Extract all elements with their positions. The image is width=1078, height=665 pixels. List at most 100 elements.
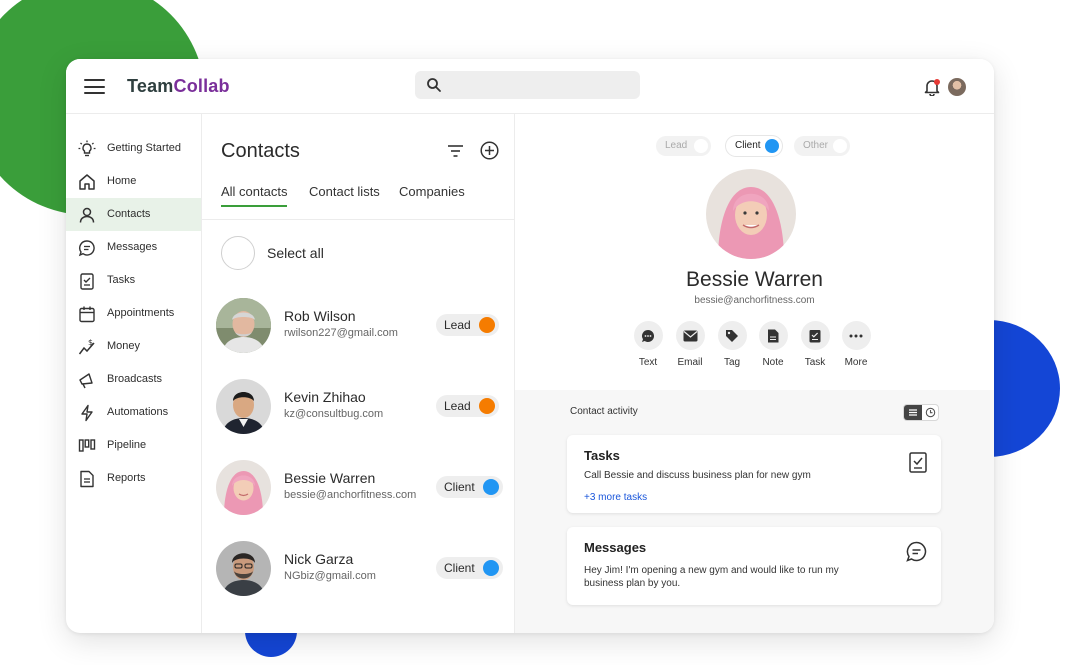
checklist-icon (80, 273, 94, 290)
list-view-icon[interactable] (904, 405, 922, 420)
contact-row[interactable]: Kevin Zhihao kz@consultbug.com Lead (202, 379, 515, 459)
sidebar-item-money[interactable]: $ Money (66, 330, 201, 363)
envelope-icon (683, 330, 697, 341)
segment-label: Other (803, 140, 829, 151)
action-label: Task (804, 357, 826, 368)
more-tasks-link[interactable]: +3 more tasks (584, 492, 647, 503)
card-body: Call Bessie and discuss business plan fo… (584, 470, 811, 481)
clock-icon[interactable] (922, 405, 938, 420)
svg-text:$: $ (88, 338, 93, 347)
contact-row[interactable]: Rob Wilson rwilson227@gmail.com Lead (202, 298, 515, 378)
sidebar-item-pipeline[interactable]: Pipeline (66, 429, 201, 462)
report-icon (80, 470, 94, 488)
sidebar-item-label: Tasks (107, 274, 136, 286)
tab-all-contacts[interactable]: All contacts (221, 184, 288, 207)
action-email[interactable]: Email (670, 321, 710, 368)
segment-label: Lead (665, 140, 688, 151)
contact-name: Bessie Warren (284, 470, 376, 486)
pipeline-icon (78, 439, 96, 452)
contact-row[interactable]: Bessie Warren bessie@anchorfitness.com C… (202, 460, 515, 540)
sidebar-item-label: Contacts (107, 208, 151, 220)
action-label: Tag (723, 357, 741, 368)
status-badge[interactable]: Client (436, 476, 503, 498)
filter-icon[interactable] (447, 144, 464, 158)
messages-card[interactable]: Messages Hey Jim! I'm opening a new gym … (567, 527, 941, 605)
action-tag[interactable]: Tag (712, 321, 752, 368)
status-badge-label: Lead (444, 318, 471, 332)
status-dot (478, 317, 495, 333)
add-contact-icon[interactable] (480, 141, 499, 160)
more-icon (849, 334, 863, 337)
contact-name-heading: Bessie Warren (686, 268, 823, 291)
contact-row[interactable]: Nick Garza NGbiz@gmail.com Client (202, 541, 515, 621)
app-window: TeamCollab Getting Started Home Contacts… (66, 59, 994, 633)
toggle-knob (694, 139, 708, 153)
contact-name: Rob Wilson (284, 308, 356, 324)
action-more[interactable]: More (836, 321, 876, 368)
sidebar-item-tasks[interactable]: Tasks (66, 264, 201, 297)
app-logo: TeamCollab (127, 76, 230, 96)
sidebar-item-reports[interactable]: Reports (66, 462, 201, 495)
sidebar-item-home[interactable]: Home (66, 165, 201, 198)
contact-email: bessie@anchorfitness.com (284, 489, 417, 501)
status-badge[interactable]: Lead (436, 395, 499, 417)
sidebar-item-automations[interactable]: Automations (66, 396, 201, 429)
status-badge-label: Client (444, 561, 475, 575)
contacts-panel: Contacts All contacts Contact lists Comp… (202, 114, 515, 633)
select-all-label: Select all (267, 245, 324, 261)
tab-companies[interactable]: Companies (399, 184, 465, 199)
sidebar-item-broadcasts[interactable]: Broadcasts (66, 363, 201, 396)
calendar-icon (79, 306, 95, 323)
contact-email: bessie@anchorfitness.com (694, 295, 815, 306)
status-dot (482, 560, 499, 576)
hamburger-menu-icon[interactable] (84, 79, 105, 94)
status-badge[interactable]: Client (436, 557, 503, 579)
contact-email: NGbiz@gmail.com (284, 570, 376, 582)
status-dot (482, 479, 499, 495)
segment-lead[interactable]: Lead (656, 136, 711, 156)
search-icon (427, 78, 441, 92)
home-icon (79, 174, 95, 190)
select-all-checkbox[interactable] (221, 236, 255, 270)
megaphone-icon (79, 373, 93, 389)
search-input[interactable] (415, 71, 640, 99)
action-task[interactable]: Task (795, 321, 835, 368)
action-text[interactable]: Text (628, 321, 668, 368)
segment-client[interactable]: Client (726, 136, 782, 156)
contact-detail-panel: Lead Client Other Bessie Warren bessie@a… (515, 114, 994, 633)
sidebar-item-messages[interactable]: Messages (66, 231, 201, 264)
checklist-icon (809, 329, 821, 342)
lightning-icon (81, 404, 93, 422)
contact-activity-section: Contact activity Tasks Call Bessie and d… (515, 390, 994, 633)
page-title: Contacts (221, 140, 300, 162)
notification-badge (934, 79, 940, 85)
top-bar: TeamCollab (66, 59, 994, 114)
tasks-card[interactable]: Tasks Call Bessie and discuss business p… (567, 435, 941, 513)
sidebar-item-getting-started[interactable]: Getting Started (66, 132, 201, 165)
view-toggle[interactable] (903, 404, 939, 421)
avatar (216, 460, 271, 515)
card-body: Hey Jim! I'm opening a new gym and would… (584, 565, 839, 589)
tag-icon (726, 329, 738, 342)
contact-email: kz@consultbug.com (284, 408, 384, 420)
person-icon (79, 207, 95, 223)
chat-icon (642, 329, 655, 342)
sidebar: Getting Started Home Contacts Messages T… (66, 114, 202, 633)
status-badge-label: Lead (444, 399, 471, 413)
sidebar-item-label: Getting Started (107, 142, 181, 154)
status-badge[interactable]: Lead (436, 314, 499, 336)
checklist-icon (909, 452, 927, 473)
tab-contact-lists[interactable]: Contact lists (309, 184, 380, 199)
sidebar-item-label: Home (107, 175, 137, 187)
card-title: Tasks (584, 448, 620, 463)
action-label: Email (677, 357, 703, 368)
sidebar-item-label: Money (107, 340, 141, 352)
sidebar-item-appointments[interactable]: Appointments (66, 297, 201, 330)
sidebar-item-contacts[interactable]: Contacts (66, 198, 201, 231)
action-note[interactable]: Note (753, 321, 793, 368)
user-avatar[interactable] (948, 78, 966, 96)
segment-other[interactable]: Other (794, 136, 850, 156)
contact-name: Kevin Zhihao (284, 389, 366, 405)
profile-photo (706, 169, 796, 259)
action-label: More (844, 357, 868, 368)
